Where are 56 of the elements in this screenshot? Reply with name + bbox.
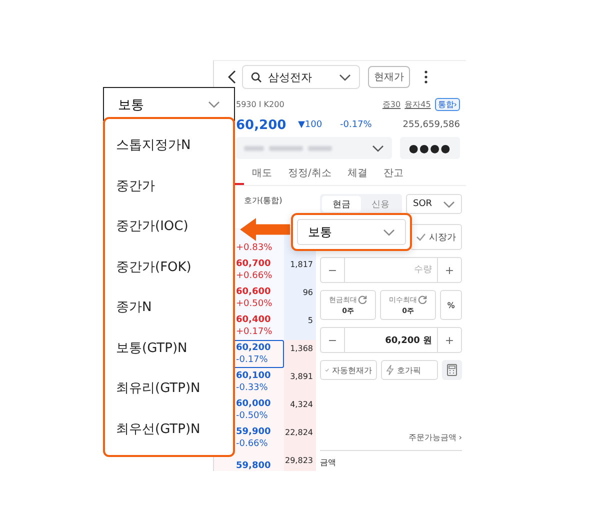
change-rate: -0.17%: [340, 120, 373, 130]
route-select[interactable]: SOR: [406, 194, 462, 214]
auto-price-checkbox[interactable]: 자동현재가: [320, 360, 377, 380]
price-change: ▼100: [298, 120, 324, 130]
account-type-tab[interactable]: 현금: [322, 196, 361, 212]
amount-label: 금액: [320, 458, 336, 467]
chevron-down-icon: [372, 144, 384, 152]
trade-volume: 255,659,586: [402, 120, 460, 130]
order-book-header: 호가(통합): [244, 195, 282, 206]
lightning-icon: [386, 365, 394, 375]
order-tab[interactable]: 잔고: [375, 161, 412, 185]
volume-cell: 96: [284, 284, 316, 312]
order-tab[interactable]: 체결: [339, 161, 376, 185]
volume-cell: 3,891: [284, 368, 316, 396]
calculator-icon[interactable]: [442, 360, 462, 380]
price-field[interactable]: 60,200 원: [344, 327, 438, 353]
menu-option[interactable]: 중간가: [105, 166, 233, 206]
password-field[interactable]: ●●●●: [400, 137, 460, 159]
volume-cell: 1,368: [284, 340, 316, 368]
volume-cell: 22,824: [284, 424, 316, 452]
search-field[interactable]: 삼성전자: [242, 65, 360, 89]
refresh-icon: [418, 295, 427, 304]
more-icon[interactable]: [424, 70, 428, 84]
volume-cell: 29,823: [284, 452, 316, 471]
quantity-field[interactable]: 수량: [344, 257, 438, 283]
blurred-account-field[interactable]: [236, 137, 392, 159]
search-icon: [251, 72, 262, 82]
loan-rate-link[interactable]: 융자45: [404, 98, 431, 110]
increase-button[interactable]: +: [438, 327, 462, 353]
refresh-icon: [358, 295, 367, 304]
chevron-down-icon: [339, 74, 351, 80]
order-type-select[interactable]: 보통: [297, 219, 406, 245]
market-price-checkbox[interactable]: 시장가: [410, 224, 462, 250]
stock-code: 5930 I K200: [236, 100, 284, 108]
percent-button[interactable]: %: [440, 290, 462, 320]
volume-cell: 1,817: [284, 256, 316, 284]
hoga-pick-button[interactable]: 호가픽: [381, 360, 438, 380]
chevron-down-icon: [383, 228, 395, 236]
order-tab[interactable]: 정정/취소: [280, 161, 340, 185]
chevron-down-icon: [443, 200, 455, 208]
price-cell[interactable]: 59,800: [214, 452, 284, 471]
search-value: 삼성전자: [268, 70, 313, 84]
volume-cell: 4,324: [284, 396, 316, 424]
volume-cell: 5: [284, 312, 316, 340]
menu-option[interactable]: 스톱지정가N: [105, 125, 233, 166]
chevron-down-icon: [208, 101, 220, 108]
current-price: 60,200: [236, 118, 288, 132]
integrated-badge[interactable]: 통합›: [434, 98, 460, 110]
decrease-button[interactable]: −: [320, 327, 344, 353]
margin-rate-link[interactable]: 증30: [382, 98, 401, 110]
back-icon[interactable]: [228, 70, 236, 84]
available-amount-link[interactable]: 주문가능금액 ›: [408, 432, 462, 443]
increase-button[interactable]: +: [438, 257, 462, 283]
current-price-button[interactable]: 현재가: [368, 66, 410, 88]
decrease-button[interactable]: −: [320, 257, 344, 283]
order-tab[interactable]: 매도: [244, 161, 280, 185]
